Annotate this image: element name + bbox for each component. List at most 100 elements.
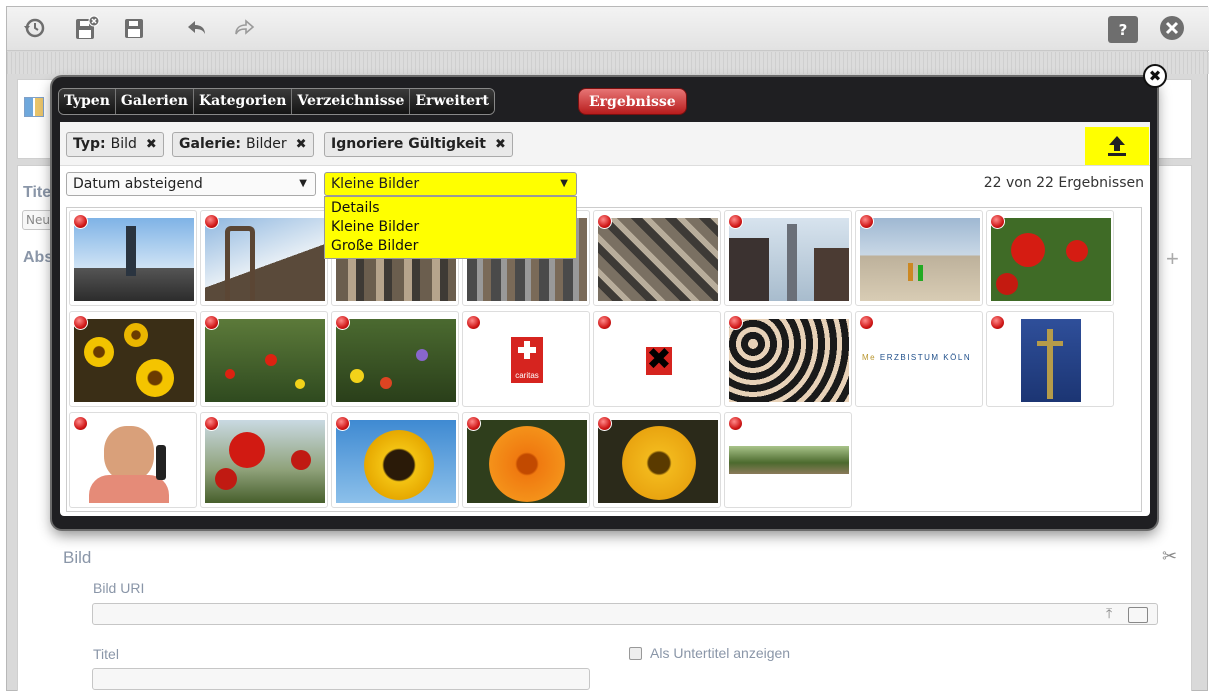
tab-directories[interactable]: Verzeichnisse (292, 89, 411, 114)
thumbnail-tile[interactable] (200, 311, 328, 407)
upload-button[interactable] (1085, 127, 1149, 165)
add-icon[interactable]: + (1166, 246, 1179, 272)
dropdown-option-large[interactable]: Große Bilder (331, 237, 570, 256)
dropdown-option-details[interactable]: Details (331, 199, 570, 218)
layout-grid-icon[interactable] (24, 97, 44, 117)
erzbistum-text: ERZBISTUM KÖLN (879, 353, 972, 362)
tab-results[interactable]: Ergebnisse (578, 88, 687, 115)
select-dot-icon[interactable] (859, 214, 874, 229)
select-dot-icon[interactable] (466, 416, 481, 431)
select-dot-icon[interactable] (204, 315, 219, 330)
remove-filter-icon[interactable]: ✖ (495, 133, 506, 156)
thumbnail-tile[interactable] (200, 210, 328, 306)
sort-select-value: Datum absteigend (73, 176, 203, 192)
thumbnail-tile[interactable] (724, 210, 852, 306)
thumbnail-image-erzbistum-logo: Me ERZBISTUM KÖLN (862, 353, 972, 362)
filter-chip-value: Bild (110, 136, 137, 152)
history-icon[interactable] (19, 13, 49, 43)
thumbnail-tile[interactable]: Me ERZBISTUM KÖLN (855, 311, 983, 407)
media-browser-modal: Typen Galerien Kategorien Verzeichnisse … (52, 77, 1157, 529)
select-dot-icon[interactable] (466, 315, 481, 330)
select-dot-icon[interactable] (728, 214, 743, 229)
thumbnail-image-orange-flower (467, 420, 587, 503)
thumbnail-image-brooklyn-bridge (205, 218, 325, 301)
select-dot-icon[interactable] (335, 416, 350, 431)
undo-icon[interactable] (182, 13, 212, 43)
select-dot-icon[interactable] (859, 315, 874, 330)
thumbnail-tile[interactable] (331, 311, 459, 407)
redo-icon[interactable] (229, 13, 259, 43)
discard-save-icon[interactable] (72, 13, 102, 43)
select-dot-icon[interactable] (728, 315, 743, 330)
tab-galleries[interactable]: Galerien (115, 89, 194, 114)
select-dot-icon[interactable] (990, 214, 1005, 229)
select-dot-icon[interactable] (73, 315, 88, 330)
close-circle-icon[interactable] (1157, 13, 1187, 43)
select-dot-icon[interactable] (597, 315, 612, 330)
select-dot-icon[interactable] (597, 214, 612, 229)
subtitle-checkbox-label: Als Untertitel anzeigen (650, 645, 791, 661)
dropdown-option-small[interactable]: Kleine Bilder (331, 218, 570, 237)
select-dot-icon[interactable] (728, 416, 743, 431)
caption-title-input[interactable] (92, 668, 590, 690)
modal-close-icon[interactable]: ✖ (1143, 64, 1167, 88)
view-size-select-value: Kleine Bilder (331, 176, 420, 192)
subtitle-checkbox[interactable] (629, 647, 642, 660)
view-size-select[interactable]: Kleine Bilder ▼ (324, 172, 577, 196)
thumbnail-image-chrysler-building (729, 218, 849, 301)
tab-advanced[interactable]: Erweitert (410, 89, 494, 114)
thumbnail-tile[interactable] (69, 311, 197, 407)
caritas-text: caritas (515, 371, 539, 380)
image-section-title: Bild (63, 548, 92, 567)
thumbnail-tile[interactable] (593, 210, 721, 306)
thumbnail-tile[interactable] (331, 412, 459, 508)
thumbnail-tile[interactable] (986, 311, 1114, 407)
select-dot-icon[interactable] (73, 214, 88, 229)
thumbnail-image-red-poppies (991, 218, 1111, 301)
thumbnail-tile[interactable] (855, 210, 983, 306)
thumbnail-image-red-x: ✖ (646, 342, 672, 377)
chevron-down-icon: ▼ (560, 178, 568, 189)
sort-select[interactable]: Datum absteigend ▼ (66, 172, 316, 196)
thumbnail-tile[interactable]: caritas (462, 311, 590, 407)
filter-chip-gallery: Galerie: Bilder ✖ (172, 132, 314, 157)
select-dot-icon[interactable] (597, 416, 612, 431)
active-filter-bar: Typ: Bild ✖ Galerie: Bilder ✖ Ignoriere … (60, 122, 1150, 166)
select-dot-icon[interactable] (204, 214, 219, 229)
thumbnail-tile[interactable] (462, 412, 590, 508)
section-label: Abs (23, 249, 54, 266)
thumbnail-image-yellow-marigold (598, 420, 718, 503)
thumbnail-tile[interactable]: ✖ (593, 311, 721, 407)
select-dot-icon[interactable] (73, 416, 88, 431)
tab-types[interactable]: Typen (59, 89, 116, 114)
thumbnail-image-park-landscape (729, 420, 849, 503)
filter-chip-ignore-validity: Ignoriere Gültigkeit ✖ (324, 132, 513, 157)
image-uri-input[interactable] (92, 603, 1158, 625)
thumbnail-image-choir (729, 319, 849, 402)
toolbar-stripe (7, 52, 1209, 74)
top-toolbar: ? (7, 7, 1209, 51)
select-dot-icon[interactable] (990, 315, 1005, 330)
thumbnail-image-meadow-flowers (205, 319, 325, 402)
results-content: Typ: Bild ✖ Galerie: Bilder ✖ Ignoriere … (60, 122, 1150, 516)
scissors-icon[interactable]: ✂ (1162, 546, 1177, 567)
upload-small-icon[interactable]: ⤒ (1106, 605, 1112, 622)
remove-filter-icon[interactable]: ✖ (296, 133, 307, 156)
tab-categories[interactable]: Kategorien (193, 89, 293, 114)
thumbnail-tile[interactable] (200, 412, 328, 508)
thumbnail-tile[interactable] (69, 412, 197, 508)
thumbnail-tile[interactable] (69, 210, 197, 306)
thumbnail-tile[interactable] (724, 412, 852, 508)
remove-filter-icon[interactable]: ✖ (146, 133, 157, 156)
thumbnail-tile[interactable] (593, 412, 721, 508)
folder-icon[interactable] (1128, 607, 1148, 623)
save-icon[interactable] (119, 13, 149, 43)
thumbnail-image-man-on-phone (74, 420, 194, 503)
thumbnail-tile[interactable] (986, 210, 1114, 306)
thumbnail-image-church-tower (991, 319, 1111, 402)
select-dot-icon[interactable] (335, 315, 350, 330)
thumbnail-image-yellow-flowers (74, 319, 194, 402)
thumbnail-tile[interactable] (724, 311, 852, 407)
select-dot-icon[interactable] (204, 416, 219, 431)
help-icon[interactable]: ? (1108, 16, 1138, 43)
